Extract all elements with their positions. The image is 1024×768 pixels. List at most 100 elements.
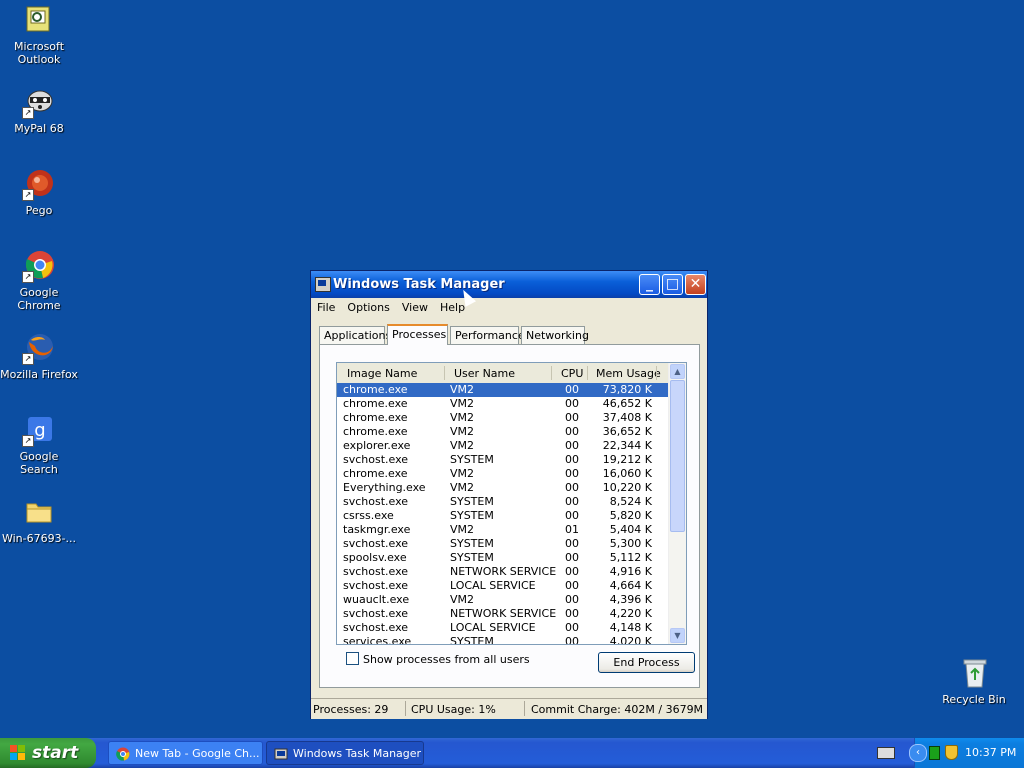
process-image-name: wuauclt.exe bbox=[343, 593, 410, 606]
process-mem-usage: 8,524 K bbox=[609, 495, 652, 508]
table-row[interactable]: chrome.exe VM2 00 73,820 K bbox=[337, 383, 670, 397]
taskbar-button-chrome[interactable]: New Tab - Google Ch... bbox=[108, 741, 263, 765]
process-user-name: VM2 bbox=[450, 593, 475, 606]
process-mem-usage: 4,220 K bbox=[609, 607, 652, 620]
process-mem-usage: 5,300 K bbox=[609, 537, 652, 550]
table-row[interactable]: csrss.exe SYSTEM 00 5,820 K bbox=[337, 509, 670, 523]
column-user-name[interactable]: User Name bbox=[454, 367, 515, 380]
table-row[interactable]: svchost.exe SYSTEM 00 8,524 K bbox=[337, 495, 670, 509]
shortcut-arrow-icon: ↗ bbox=[22, 435, 34, 447]
column-image-name[interactable]: Image Name bbox=[347, 367, 417, 380]
table-row[interactable]: wuauclt.exe VM2 00 4,396 K bbox=[337, 593, 670, 607]
desktop-icon-google-search[interactable]: g ↗ Google Search bbox=[0, 414, 78, 476]
process-image-name: Everything.exe bbox=[343, 481, 426, 494]
desktop-icon-mypal[interactable]: ↗ MyPal 68 bbox=[0, 86, 78, 135]
start-label: start bbox=[32, 743, 79, 763]
process-mem-usage: 5,820 K bbox=[609, 509, 652, 522]
process-cpu: 00 bbox=[565, 467, 579, 480]
process-cpu: 00 bbox=[565, 383, 579, 396]
table-row[interactable]: explorer.exe VM2 00 22,344 K bbox=[337, 439, 670, 453]
process-image-name: chrome.exe bbox=[343, 383, 408, 396]
task-manager-app-icon[interactable] bbox=[315, 277, 331, 292]
close-button[interactable]: ✕ bbox=[685, 274, 706, 295]
process-user-name: VM2 bbox=[450, 439, 475, 452]
tab-networking[interactable]: Networking bbox=[521, 326, 589, 344]
process-cpu: 00 bbox=[565, 481, 579, 494]
table-row[interactable]: taskmgr.exe VM2 01 5,404 K bbox=[337, 523, 670, 537]
tray-collapse-icon[interactable]: ‹ bbox=[909, 744, 927, 762]
tab-processes[interactable]: Processes bbox=[387, 324, 448, 345]
desktop-icon-outlook[interactable]: Microsoft Outlook bbox=[0, 4, 78, 66]
process-cpu: 00 bbox=[565, 565, 579, 578]
desktop-icon-recycle-bin[interactable]: Recycle Bin bbox=[935, 657, 1013, 706]
scroll-down-icon[interactable]: ▼ bbox=[670, 628, 685, 643]
table-row[interactable]: chrome.exe VM2 00 16,060 K bbox=[337, 467, 670, 481]
title-bar[interactable]: Windows Task Manager _ □ ✕ bbox=[311, 271, 707, 298]
table-row[interactable]: svchost.exe LOCAL SERVICE 00 4,664 K bbox=[337, 579, 670, 593]
status-commit-charge: Commit Charge: 402M / 3679M bbox=[531, 703, 704, 716]
desktop-icon-firefox[interactable]: ↗ Mozilla Firefox bbox=[0, 332, 78, 381]
scroll-thumb[interactable] bbox=[670, 380, 685, 532]
taskbar: start New Tab - Google Ch... Windows Tas… bbox=[0, 738, 1024, 768]
desktop-icon-label: Recycle Bin bbox=[942, 693, 1006, 706]
menu-options[interactable]: Options bbox=[341, 298, 395, 314]
security-shield-icon[interactable] bbox=[945, 745, 958, 760]
desktop-icon-folder[interactable]: Win-67693-... bbox=[0, 496, 78, 545]
process-cpu: 00 bbox=[565, 425, 579, 438]
process-user-name: LOCAL SERVICE bbox=[450, 579, 536, 592]
process-mem-usage: 4,664 K bbox=[609, 579, 652, 592]
keyboard-icon[interactable] bbox=[877, 747, 895, 759]
table-row[interactable]: chrome.exe VM2 00 46,652 K bbox=[337, 397, 670, 411]
desktop-icon-label: Win-67693-... bbox=[1, 532, 77, 545]
table-row[interactable]: spoolsv.exe SYSTEM 00 5,112 K bbox=[337, 551, 670, 565]
table-row[interactable]: services.exe SYSTEM 00 4,020 K bbox=[337, 635, 670, 644]
process-list[interactable]: Image Name User Name CPU Mem Usage chrom… bbox=[336, 362, 687, 645]
table-row[interactable]: svchost.exe SYSTEM 00 19,212 K bbox=[337, 453, 670, 467]
maximize-button[interactable]: □ bbox=[662, 274, 683, 295]
vertical-scrollbar[interactable]: ▲ ▼ bbox=[668, 363, 686, 644]
menu-file[interactable]: File bbox=[311, 298, 341, 314]
column-mem-usage[interactable]: Mem Usage bbox=[596, 367, 661, 380]
raccoon-icon: ↗ bbox=[22, 86, 55, 119]
process-mem-usage: 4,396 K bbox=[609, 593, 652, 606]
process-image-name: chrome.exe bbox=[343, 411, 408, 424]
taskbar-button-task-manager[interactable]: Windows Task Manager bbox=[266, 741, 424, 765]
start-button[interactable]: start bbox=[0, 738, 96, 768]
process-user-name: NETWORK SERVICE bbox=[450, 607, 557, 620]
list-header: Image Name User Name CPU Mem Usage bbox=[337, 363, 670, 384]
menu-view[interactable]: View bbox=[396, 298, 434, 314]
table-row[interactable]: svchost.exe NETWORK SERVICE 00 4,916 K bbox=[337, 565, 670, 579]
process-user-name: VM2 bbox=[450, 481, 475, 494]
process-cpu: 01 bbox=[565, 523, 579, 536]
table-row[interactable]: chrome.exe VM2 00 37,408 K bbox=[337, 411, 670, 425]
process-user-name: LOCAL SERVICE bbox=[450, 621, 536, 634]
table-row[interactable]: chrome.exe VM2 00 36,652 K bbox=[337, 425, 670, 439]
process-mem-usage: 19,212 K bbox=[602, 453, 652, 466]
table-row[interactable]: svchost.exe SYSTEM 00 5,300 K bbox=[337, 537, 670, 551]
column-cpu[interactable]: CPU bbox=[561, 367, 583, 380]
table-row[interactable]: Everything.exe VM2 00 10,220 K bbox=[337, 481, 670, 495]
table-row[interactable]: svchost.exe LOCAL SERVICE 00 4,148 K bbox=[337, 621, 670, 635]
process-mem-usage: 22,344 K bbox=[602, 439, 652, 452]
scroll-up-icon[interactable]: ▲ bbox=[670, 364, 685, 379]
desktop-icon-pego[interactable]: ↗ Pego bbox=[0, 168, 78, 217]
desktop-icon-label: Google Chrome bbox=[17, 286, 61, 312]
process-image-name: explorer.exe bbox=[343, 439, 411, 452]
pego-icon: ↗ bbox=[22, 168, 55, 201]
desktop-icon-label: Outlook bbox=[17, 53, 61, 66]
process-cpu: 00 bbox=[565, 397, 579, 410]
tab-applications[interactable]: Applications bbox=[319, 326, 391, 344]
tab-performance[interactable]: Performance bbox=[450, 326, 525, 344]
process-rows: chrome.exe VM2 00 73,820 K chrome.exe VM2 00 46… bbox=[337, 383, 670, 644]
show-all-users-checkbox[interactable] bbox=[346, 652, 359, 665]
desktop-icon-label: Pego bbox=[25, 204, 53, 217]
desktop-icon-chrome[interactable]: ↗ Google Chrome bbox=[0, 250, 78, 312]
end-process-button[interactable]: End Process bbox=[598, 652, 695, 673]
window-title: Windows Task Manager bbox=[333, 277, 505, 292]
clock[interactable]: 10:37 PM bbox=[965, 746, 1016, 759]
table-row[interactable]: svchost.exe NETWORK SERVICE 00 4,220 K bbox=[337, 607, 670, 621]
show-all-users-option[interactable]: Show processes from all users bbox=[346, 652, 530, 666]
network-icon[interactable] bbox=[929, 746, 940, 760]
process-cpu: 00 bbox=[565, 593, 579, 606]
minimize-button[interactable]: _ bbox=[639, 274, 660, 295]
